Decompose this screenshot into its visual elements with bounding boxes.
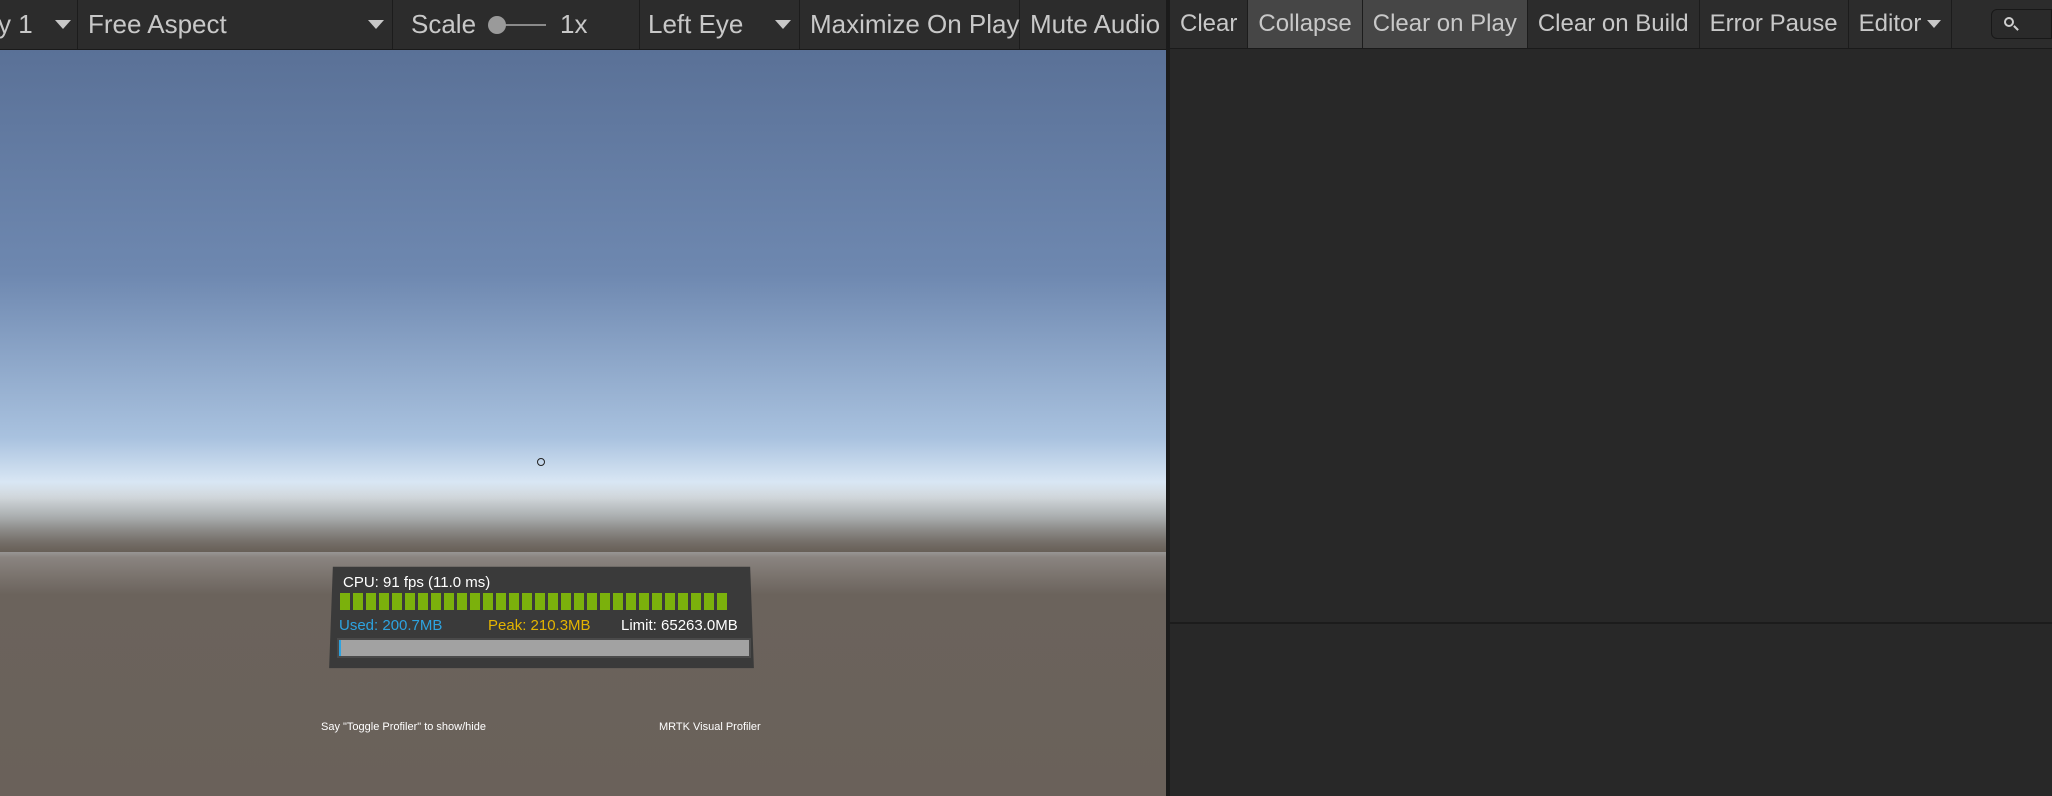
profiler-memory-used-fill	[339, 640, 341, 656]
chevron-down-icon	[368, 20, 384, 29]
slider-thumb[interactable]	[488, 15, 507, 34]
scale-value: 1x	[560, 9, 588, 39]
console-window: Clear Collapse Clear on Play Clear on Bu…	[1170, 0, 2052, 796]
profiler-frame-bar	[392, 593, 402, 610]
display-label: y 1	[0, 9, 33, 39]
maximize-on-play-toggle[interactable]: Maximize On Play	[800, 0, 1020, 49]
horizon	[0, 482, 1166, 552]
chevron-down-icon	[1927, 20, 1942, 28]
aspect-dropdown[interactable]: Free Aspect	[78, 0, 393, 49]
profiler-frame-bar	[431, 593, 441, 610]
clear-on-play-label: Clear on Play	[1372, 10, 1517, 37]
eye-dropdown[interactable]: Left Eye	[640, 0, 800, 49]
profiler-frame-bar	[717, 593, 727, 610]
profiler-hint-text: Say "Toggle Profiler" to show/hide	[321, 721, 486, 733]
reticle-icon	[537, 458, 545, 466]
scene-viewport[interactable]	[0, 50, 1166, 796]
profiler-frame-bar	[496, 593, 506, 610]
profiler-frame-bar	[691, 593, 701, 610]
chevron-down-icon	[775, 20, 791, 29]
profiler-frame-bar	[574, 593, 584, 610]
profiler-frame-bar	[483, 593, 493, 610]
clear-on-build-label: Clear on Build	[1537, 10, 1689, 37]
profiler-frame-bar	[405, 593, 415, 610]
profiler-frame-bar	[613, 593, 623, 610]
profiler-frame-bar	[366, 593, 376, 610]
collapse-label: Collapse	[1258, 10, 1352, 37]
profiler-frame-bar	[678, 593, 688, 610]
mute-audio-toggle[interactable]: Mute Audio	[1020, 0, 1166, 49]
eye-label: Left Eye	[648, 9, 744, 39]
profiler-limit-text: Limit: 65263.0MB	[621, 617, 738, 634]
profiler-frame-bar	[587, 593, 597, 610]
display-dropdown[interactable]: y 1	[0, 0, 78, 49]
profiler-frame-bar	[600, 593, 610, 610]
game-toolbar: y 1 Free Aspect Scale 1x Left Eye Maximi…	[0, 0, 1166, 50]
aspect-label: Free Aspect	[88, 9, 227, 39]
profiler-memory-bar	[337, 638, 751, 658]
profiler-frame-bar	[470, 593, 480, 610]
console-toolbar: Clear Collapse Clear on Play Clear on Bu…	[1170, 0, 2052, 49]
profiler-frame-bar	[353, 593, 363, 610]
profiler-frame-bar	[561, 593, 571, 610]
clear-on-build-toggle[interactable]: Clear on Build	[1528, 0, 1700, 48]
collapse-toggle[interactable]: Collapse	[1248, 0, 1363, 48]
profiler-frame-bar	[652, 593, 662, 610]
profiler-frame-bar	[379, 593, 389, 610]
scale-label: Scale	[411, 9, 477, 39]
profiler-frame-bar	[444, 593, 454, 610]
profiler-frame-bars	[340, 593, 727, 610]
profiler-cpu-text: CPU: 91 fps (11.0 ms)	[343, 574, 491, 591]
profiler-frame-bar	[639, 593, 649, 610]
search-icon	[2004, 17, 2014, 27]
mute-label: Mute Audio	[1030, 9, 1161, 39]
profiler-frame-bar	[522, 593, 532, 610]
game-view: y 1 Free Aspect Scale 1x Left Eye Maximi…	[0, 0, 1166, 796]
profiler-frame-bar	[626, 593, 636, 610]
profiler-frame-bar	[418, 593, 428, 610]
console-search-input[interactable]	[1991, 9, 2052, 39]
scale-slider[interactable]	[488, 15, 547, 35]
profiler-used-text: Used: 200.7MB	[339, 617, 443, 634]
profiler-peak-text: Peak: 210.3MB	[488, 617, 591, 634]
clear-on-play-toggle[interactable]: Clear on Play	[1362, 0, 1528, 48]
profiler-frame-bar	[665, 593, 675, 610]
editor-label: Editor	[1858, 10, 1922, 37]
profiler-frame-bar	[704, 593, 714, 610]
clear-button[interactable]: Clear	[1170, 0, 1249, 48]
profiler-brand-text: MRTK Visual Profiler	[659, 721, 761, 733]
profiler-frame-bar	[535, 593, 545, 610]
error-pause-label: Error Pause	[1709, 10, 1838, 37]
chevron-down-icon	[54, 20, 71, 29]
profiler-frame-bar	[340, 593, 350, 610]
error-pause-toggle[interactable]: Error Pause	[1700, 0, 1849, 48]
profiler-frame-bar	[457, 593, 467, 610]
clear-label: Clear	[1180, 10, 1238, 37]
editor-dropdown[interactable]: Editor	[1849, 0, 1953, 48]
profiler-frame-bar	[548, 593, 558, 610]
profiler-frame-bar	[509, 593, 519, 610]
console-split-handle[interactable]	[1170, 622, 2052, 624]
maximize-label: Maximize On Play	[810, 9, 1020, 39]
scale-control: Scale 1x	[393, 0, 640, 49]
